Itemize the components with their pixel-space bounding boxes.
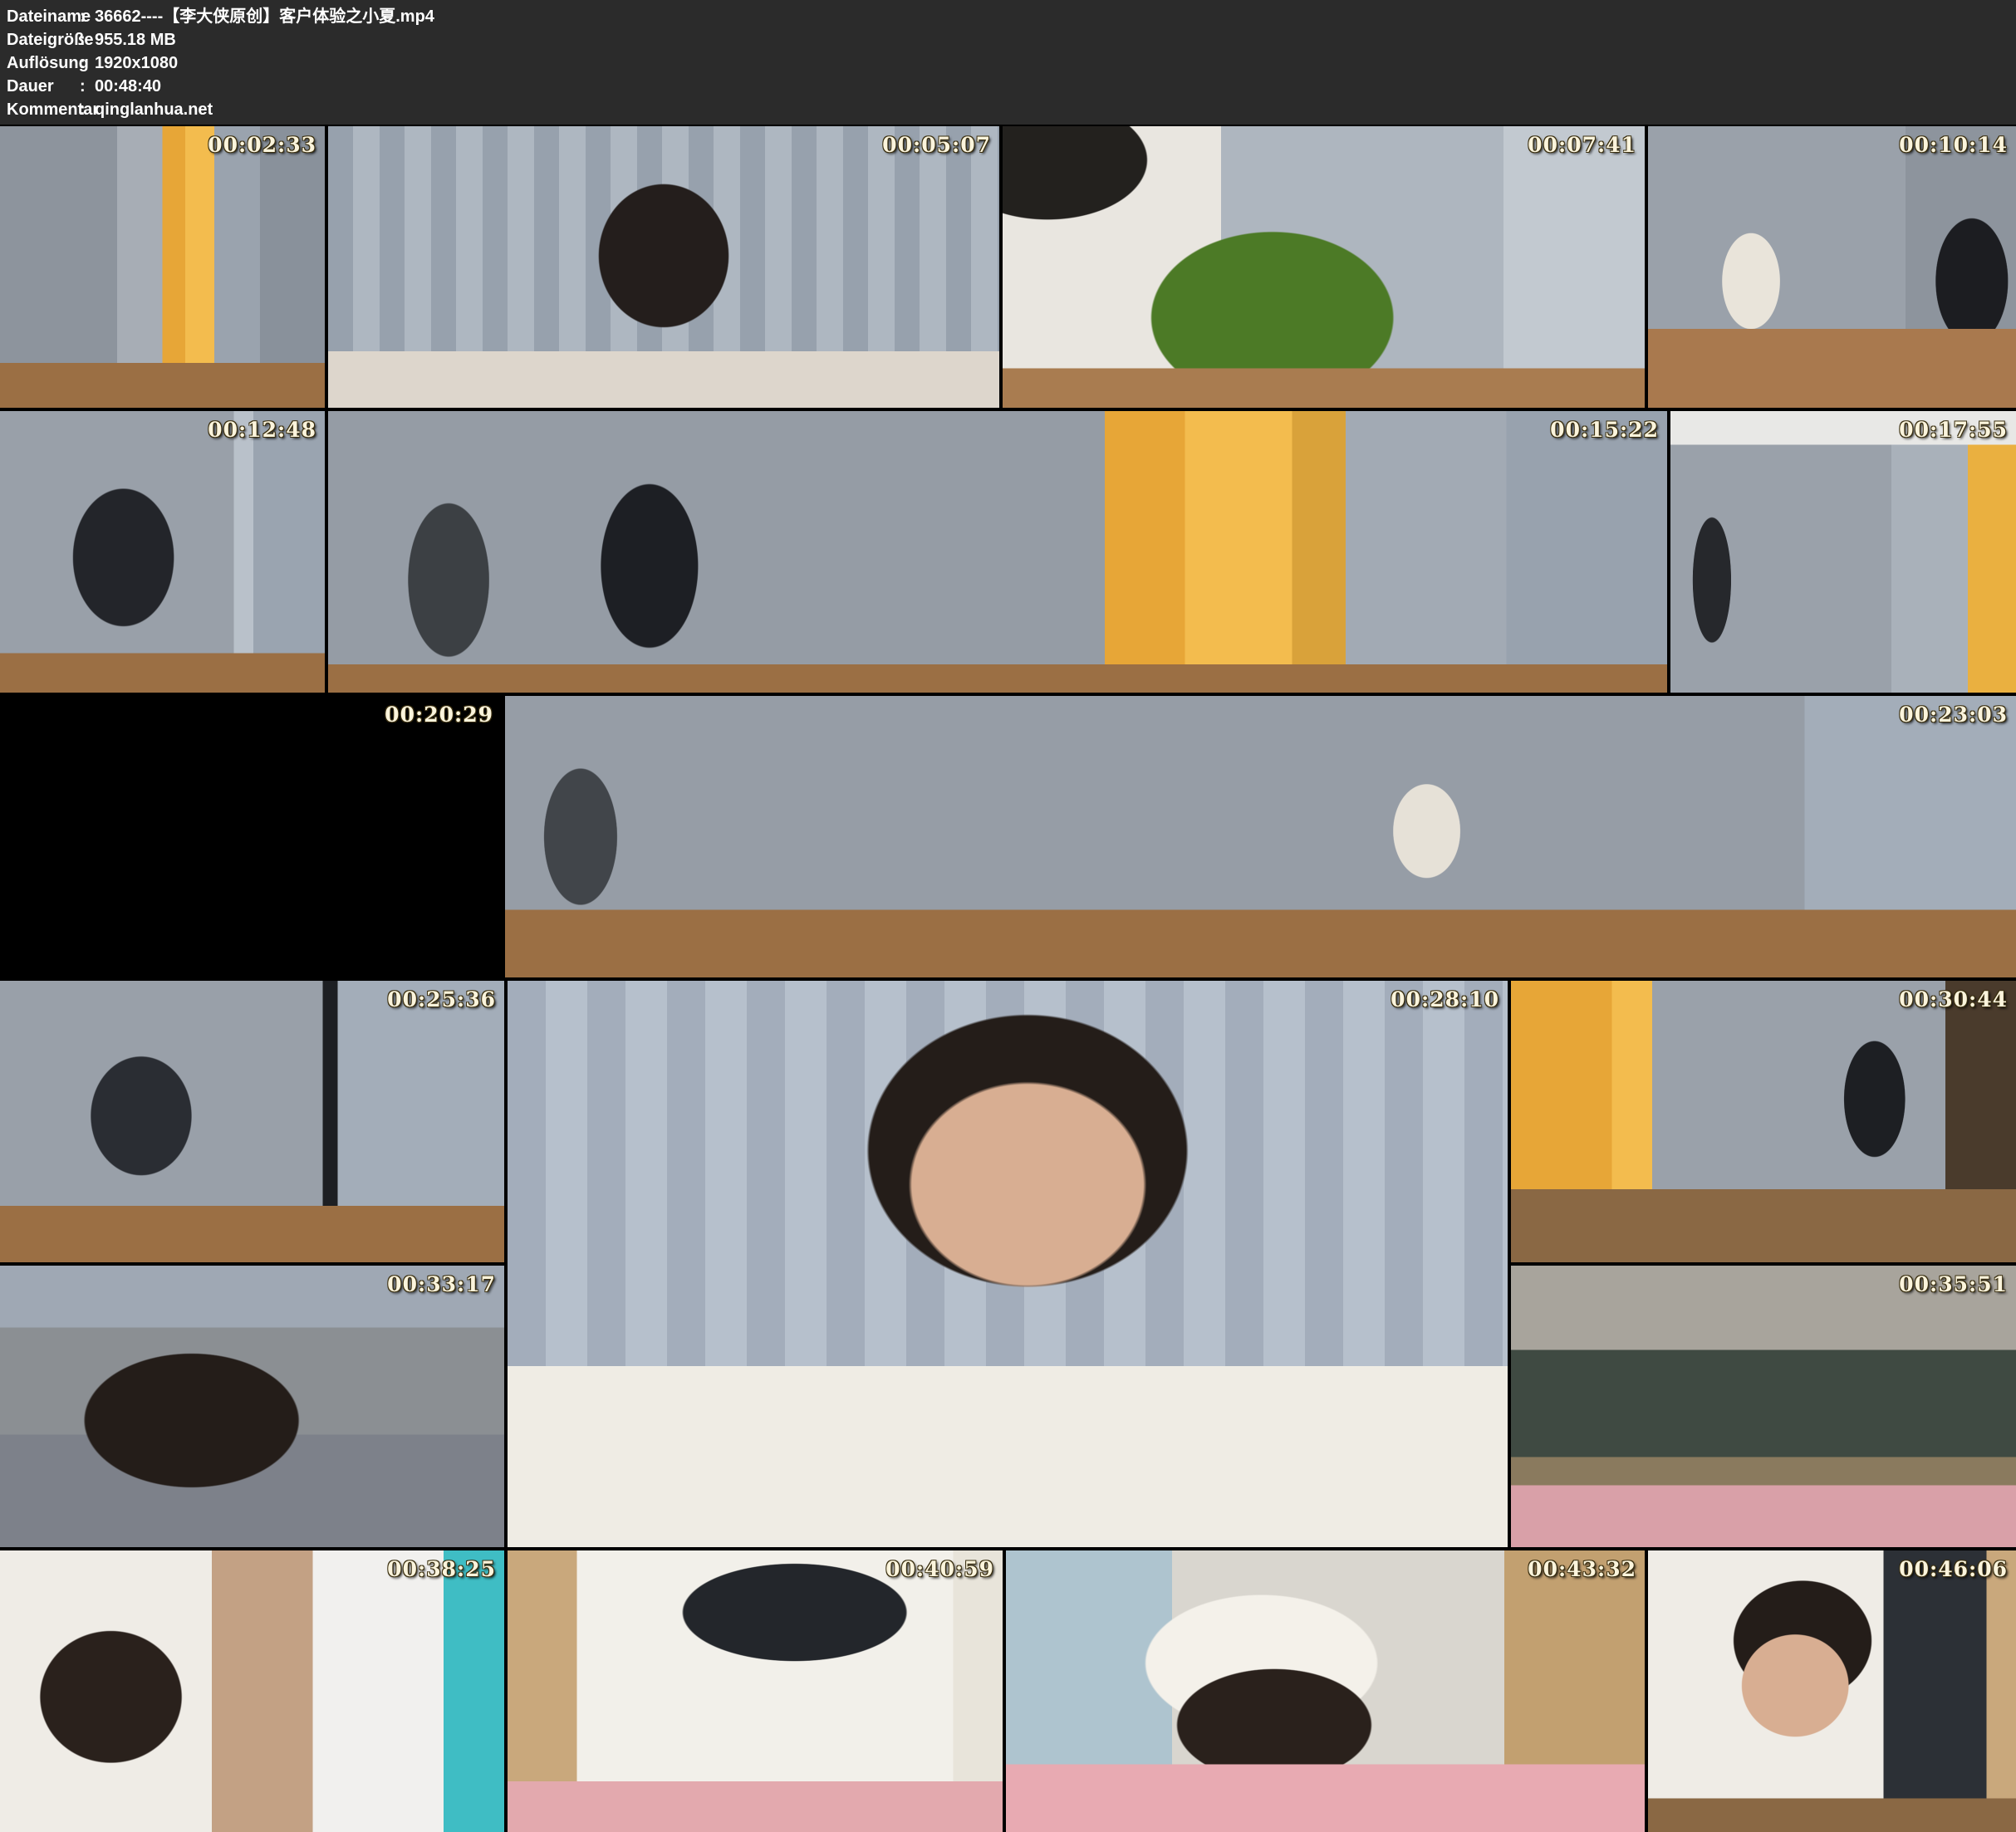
meta-value-filesize: 955.18 MB bbox=[95, 28, 176, 51]
video-thumbnail: 00:25:36 bbox=[0, 981, 504, 1262]
timestamp-overlay: 00:28:10 bbox=[1391, 987, 1499, 1012]
meta-separator: : bbox=[80, 5, 95, 28]
meta-separator: : bbox=[80, 28, 95, 51]
video-thumbnail: 00:46:06 bbox=[1648, 1550, 2016, 1832]
timestamp-overlay: 00:05:07 bbox=[882, 133, 991, 157]
video-thumbnail: 00:12:48 bbox=[0, 411, 325, 693]
video-thumbnail: 00:10:14 bbox=[1648, 126, 2016, 408]
meta-separator: : bbox=[80, 75, 95, 98]
video-thumbnail: 00:02:33 bbox=[0, 126, 325, 408]
timestamp-overlay: 00:02:33 bbox=[208, 133, 316, 157]
timestamp-overlay: 00:10:14 bbox=[1899, 133, 2008, 157]
video-thumbnail: 00:28:10 bbox=[508, 981, 1508, 1547]
meta-value-resolution: 1920x1080 bbox=[95, 51, 178, 75]
video-thumbnail: 00:30:44 bbox=[1511, 981, 2016, 1262]
meta-value-duration: 00:48:40 bbox=[95, 75, 161, 98]
timestamp-overlay: 00:23:03 bbox=[1899, 703, 2008, 727]
timestamp-overlay: 00:40:59 bbox=[885, 1557, 994, 1581]
timestamp-overlay: 00:12:48 bbox=[208, 418, 316, 442]
timestamp-overlay: 00:15:22 bbox=[1550, 418, 1659, 442]
meta-row-duration: Dauer : 00:48:40 bbox=[7, 75, 161, 98]
timestamp-overlay: 00:35:51 bbox=[1899, 1272, 2008, 1296]
meta-value-comment: qinglanhua.net bbox=[95, 98, 213, 121]
meta-row-filesize: Dateigröße : 955.18 MB bbox=[7, 28, 176, 51]
meta-row-filename: Dateiname : 36662----【李大侠原创】客户体验之小夏.mp4 bbox=[7, 5, 434, 28]
contact-sheet: Dateiname : 36662----【李大侠原创】客户体验之小夏.mp4 … bbox=[0, 0, 2016, 1832]
timestamp-overlay: 00:17:55 bbox=[1899, 418, 2008, 442]
video-thumbnail: 00:38:25 bbox=[0, 1550, 504, 1832]
timestamp-overlay: 00:07:41 bbox=[1528, 133, 1636, 157]
meta-row-resolution: Auflösung : 1920x1080 bbox=[7, 51, 178, 75]
meta-label: Auflösung bbox=[7, 51, 80, 75]
timestamp-overlay: 00:43:32 bbox=[1528, 1557, 1636, 1581]
meta-value-filename: 36662----【李大侠原创】客户体验之小夏.mp4 bbox=[95, 5, 434, 28]
meta-label: Kommentar bbox=[7, 98, 80, 121]
video-thumbnail: 00:07:41 bbox=[1003, 126, 1645, 408]
timestamp-overlay: 00:46:06 bbox=[1899, 1557, 2008, 1581]
meta-label: Dauer bbox=[7, 75, 80, 98]
video-thumbnail: 00:40:59 bbox=[508, 1550, 1003, 1832]
timestamp-overlay: 00:33:17 bbox=[387, 1272, 496, 1296]
timestamp-overlay: 00:30:44 bbox=[1899, 987, 2008, 1012]
meta-label: Dateiname bbox=[7, 5, 80, 28]
timestamp-overlay: 00:20:29 bbox=[385, 703, 493, 727]
video-thumbnail: 00:33:17 bbox=[0, 1266, 504, 1547]
meta-label: Dateigröße bbox=[7, 28, 80, 51]
video-thumbnail: 00:43:32 bbox=[1006, 1550, 1645, 1832]
meta-separator: : bbox=[80, 98, 95, 121]
video-thumbnail: 00:17:55 bbox=[1670, 411, 2016, 693]
media-info-header: Dateiname : 36662----【李大侠原创】客户体验之小夏.mp4 … bbox=[0, 0, 2016, 125]
video-thumbnail: 00:15:22 bbox=[328, 411, 1667, 693]
timestamp-overlay: 00:25:36 bbox=[387, 987, 496, 1012]
video-thumbnail: 00:20:29 bbox=[0, 696, 502, 977]
meta-separator: : bbox=[80, 51, 95, 75]
video-thumbnail: 00:23:03 bbox=[505, 696, 2016, 977]
video-thumbnail: 00:35:51 bbox=[1511, 1266, 2016, 1547]
video-thumbnail: 00:05:07 bbox=[328, 126, 999, 408]
meta-row-comment: Kommentar : qinglanhua.net bbox=[7, 98, 213, 121]
timestamp-overlay: 00:38:25 bbox=[387, 1557, 496, 1581]
